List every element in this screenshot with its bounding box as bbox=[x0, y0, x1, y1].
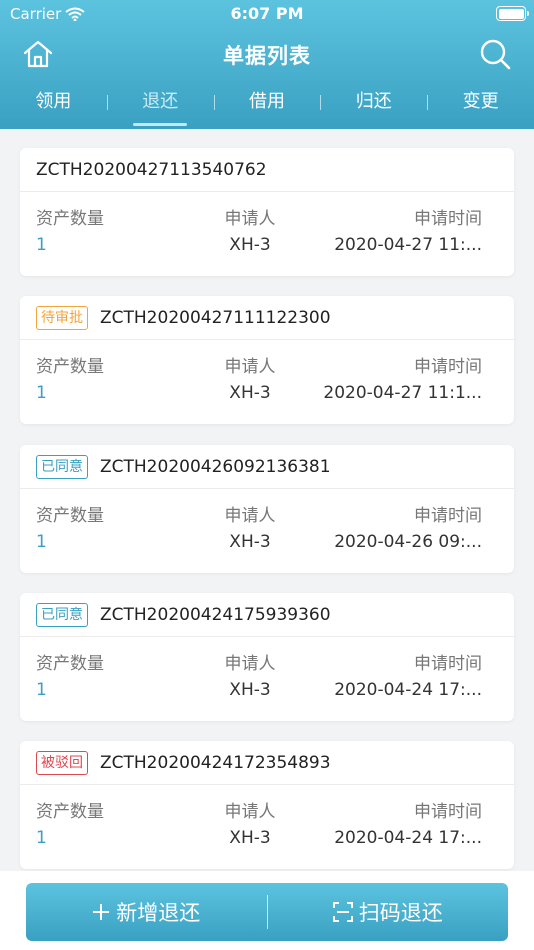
bottom-action-bar: 新增退还 扫码退还 bbox=[0, 871, 534, 950]
list-item[interactable]: 被驳回 ZCTH20200424172354893 资产数量 申请人 申请时间 … bbox=[20, 741, 514, 869]
asset-count: 1 bbox=[36, 828, 47, 848]
card-body: 资产数量 申请人 申请时间 1 XH-3 2020-04-26 09:... bbox=[20, 489, 514, 573]
applicant-value: XH-3 bbox=[229, 828, 271, 848]
apply-time: 2020-04-27 11:1... bbox=[323, 383, 482, 403]
list-item[interactable]: 已同意 ZCTH20200426092136381 资产数量 申请人 申请时间 … bbox=[20, 445, 514, 573]
card-body: 资产数量 申请人 申请时间 1 XH-3 2020-04-24 17:... bbox=[20, 637, 514, 721]
card-body: 资产数量 申请人 申请时间 1 XH-3 2020-04-27 11:1... bbox=[20, 340, 514, 424]
add-return-label: 新增退还 bbox=[116, 901, 201, 925]
asset-count: 1 bbox=[36, 383, 47, 403]
document-number: ZCTH20200424172354893 bbox=[100, 752, 331, 773]
status-badge: 被驳回 bbox=[36, 750, 88, 775]
document-number: ZCTH20200424175939360 bbox=[100, 604, 331, 625]
list-item[interactable]: 已同意 ZCTH20200424175939360 资产数量 申请人 申请时间 … bbox=[20, 593, 514, 721]
list-item[interactable]: 待审批 ZCTH20200427111122300 资产数量 申请人 申请时间 … bbox=[20, 296, 514, 424]
count-label: 资产数量 bbox=[36, 802, 104, 822]
plus-icon bbox=[93, 904, 110, 920]
card-header: 已同意 ZCTH20200426092136381 bbox=[20, 445, 514, 489]
search-icon[interactable] bbox=[478, 37, 512, 71]
status-badge: 已同意 bbox=[36, 454, 88, 479]
applicant-value: XH-3 bbox=[229, 532, 271, 552]
asset-count: 1 bbox=[36, 680, 47, 700]
apply-time: 2020-04-26 09:... bbox=[334, 532, 482, 552]
list-item[interactable]: ZCTH20200427113540762 资产数量 申请人 申请时间 1 XH… bbox=[20, 148, 514, 276]
time-label: 申请时间 bbox=[414, 209, 482, 229]
apply-time: 2020-04-27 11:... bbox=[334, 235, 482, 255]
applicant-value: XH-3 bbox=[229, 383, 271, 403]
applicant-value: XH-3 bbox=[229, 680, 271, 700]
status-badge: 待审批 bbox=[36, 305, 88, 330]
time-label: 申请时间 bbox=[414, 654, 482, 674]
status-bar: Carrier 6:07 PM bbox=[0, 0, 534, 30]
applicant-label: 申请人 bbox=[224, 357, 276, 377]
card-header: ZCTH20200427113540762 bbox=[20, 148, 514, 192]
scan-return-label: 扫码退还 bbox=[358, 901, 443, 925]
document-number: ZCTH20200426092136381 bbox=[100, 456, 331, 477]
add-return-button[interactable]: 新增退还 bbox=[26, 883, 267, 941]
card-body: 资产数量 申请人 申请时间 1 XH-3 2020-04-24 17:... bbox=[20, 785, 514, 869]
time-label: 申请时间 bbox=[414, 506, 482, 526]
apply-time: 2020-04-24 17:... bbox=[334, 680, 482, 700]
applicant-value: XH-3 bbox=[229, 235, 271, 255]
header: Carrier 6:07 PM 单据列表 领用 退还 借用 归还 变更 bbox=[0, 0, 534, 129]
scan-icon bbox=[332, 902, 353, 922]
battery-icon bbox=[496, 6, 529, 21]
count-label: 资产数量 bbox=[36, 506, 104, 526]
document-number: ZCTH20200427111122300 bbox=[100, 307, 331, 328]
time-label: 申请时间 bbox=[414, 357, 482, 377]
card-header: 已同意 ZCTH20200424175939360 bbox=[20, 593, 514, 637]
applicant-label: 申请人 bbox=[224, 209, 276, 229]
action-button-group: 新增退还 扫码退还 bbox=[26, 883, 508, 941]
tab-bar: 领用 退还 借用 归还 变更 bbox=[0, 80, 534, 129]
tab-guihuan[interactable]: 归还 bbox=[320, 80, 427, 129]
card-body: 资产数量 申请人 申请时间 1 XH-3 2020-04-27 11:... bbox=[20, 192, 514, 276]
record-list: ZCTH20200427113540762 资产数量 申请人 申请时间 1 XH… bbox=[0, 129, 534, 871]
asset-count: 1 bbox=[36, 532, 47, 552]
status-badge: 已同意 bbox=[36, 602, 88, 627]
tab-lingyong[interactable]: 领用 bbox=[0, 80, 107, 129]
card-header: 待审批 ZCTH20200427111122300 bbox=[20, 296, 514, 340]
applicant-label: 申请人 bbox=[224, 506, 276, 526]
time-label: 申请时间 bbox=[414, 802, 482, 822]
page-title: 单据列表 bbox=[223, 44, 311, 68]
tab-tuihuan[interactable]: 退还 bbox=[106, 80, 214, 129]
clock: 6:07 PM bbox=[230, 4, 304, 23]
tab-biangeng[interactable]: 变更 bbox=[427, 80, 534, 129]
card-header: 被驳回 ZCTH20200424172354893 bbox=[20, 741, 514, 785]
apply-time: 2020-04-24 17:... bbox=[334, 828, 482, 848]
document-number: ZCTH20200427113540762 bbox=[36, 159, 267, 180]
count-label: 资产数量 bbox=[36, 209, 104, 229]
count-label: 资产数量 bbox=[36, 357, 104, 377]
nav-bar: 单据列表 bbox=[0, 30, 534, 78]
applicant-label: 申请人 bbox=[224, 802, 276, 822]
tab-jieyong[interactable]: 借用 bbox=[213, 80, 321, 129]
applicant-label: 申请人 bbox=[224, 654, 276, 674]
scan-return-button[interactable]: 扫码退还 bbox=[268, 883, 509, 941]
count-label: 资产数量 bbox=[36, 654, 104, 674]
asset-count: 1 bbox=[36, 235, 47, 255]
